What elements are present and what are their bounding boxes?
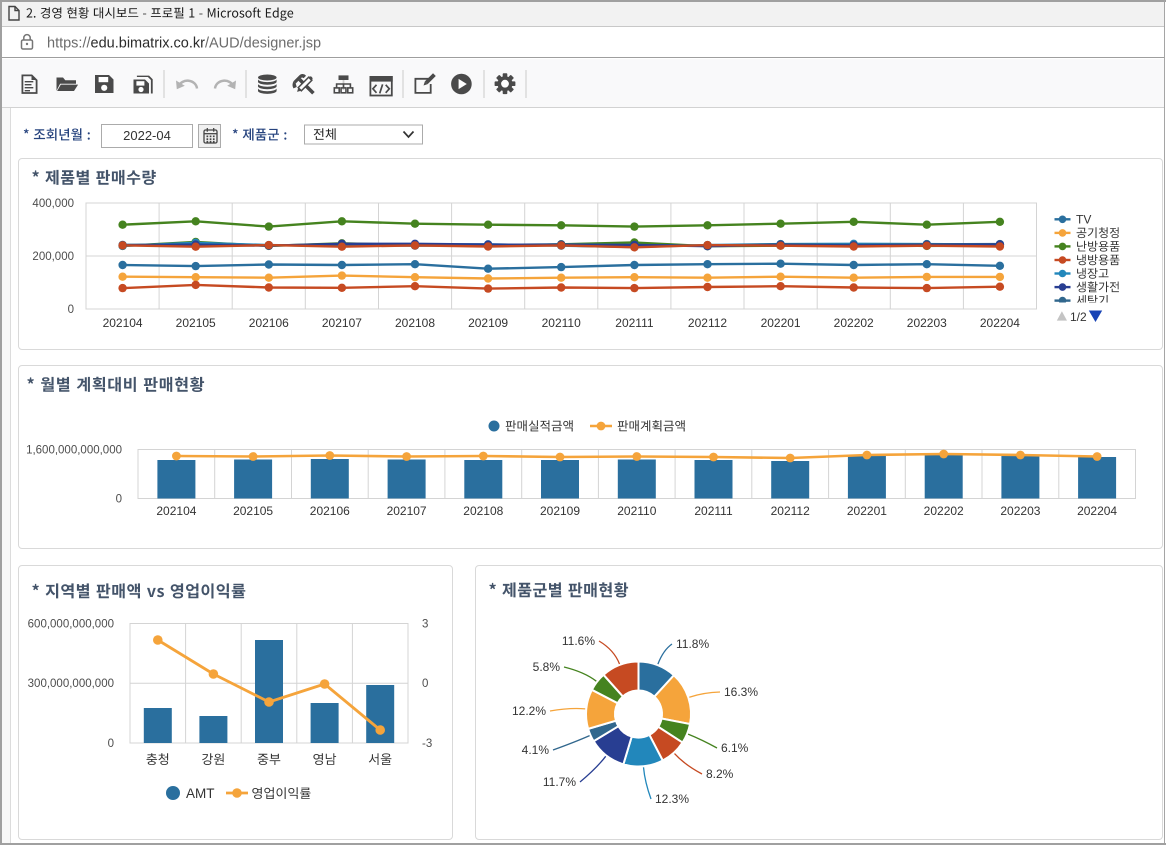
svg-text:202105: 202105 xyxy=(176,316,216,330)
svg-text:202204: 202204 xyxy=(980,316,1020,330)
svg-text:202112: 202112 xyxy=(688,316,727,330)
svg-text:11.7%: 11.7% xyxy=(543,775,576,789)
svg-text:202111: 202111 xyxy=(694,504,733,518)
svg-text:300,000,000,000: 300,000,000,000 xyxy=(28,678,114,690)
svg-text:200,000: 200,000 xyxy=(32,251,74,263)
svg-text:202105: 202105 xyxy=(233,504,273,518)
svg-text:202107: 202107 xyxy=(322,316,362,330)
svg-text:202201: 202201 xyxy=(761,316,801,330)
svg-text:202201: 202201 xyxy=(847,504,887,518)
svg-text:202112: 202112 xyxy=(771,504,810,518)
svg-text:5.8%: 5.8% xyxy=(533,660,561,674)
svg-text:11.6%: 11.6% xyxy=(562,634,595,648)
svg-text:202106: 202106 xyxy=(310,504,350,518)
svg-text:202202: 202202 xyxy=(924,504,964,518)
svg-text:16.3%: 16.3% xyxy=(724,685,758,699)
svg-text:0: 0 xyxy=(68,304,74,316)
svg-text:0: 0 xyxy=(422,678,428,690)
svg-text:0: 0 xyxy=(108,738,114,750)
svg-text:202109: 202109 xyxy=(540,504,580,518)
svg-text:202203: 202203 xyxy=(907,316,947,330)
svg-text:202104: 202104 xyxy=(156,504,196,518)
svg-text:AMT: AMT xyxy=(186,786,215,801)
svg-text:1/2: 1/2 xyxy=(1070,310,1087,324)
svg-text:202204: 202204 xyxy=(1077,504,1117,518)
svg-text:-3: -3 xyxy=(422,738,432,750)
svg-text:400,000: 400,000 xyxy=(32,198,74,210)
svg-text:8.2%: 8.2% xyxy=(706,767,734,781)
svg-text:3: 3 xyxy=(422,619,428,631)
svg-text:0: 0 xyxy=(116,494,122,506)
svg-text:11.8%: 11.8% xyxy=(676,637,709,651)
svg-text:12.3%: 12.3% xyxy=(655,792,689,806)
svg-text:202111: 202111 xyxy=(615,316,654,330)
svg-text:202202: 202202 xyxy=(834,316,874,330)
svg-text:202203: 202203 xyxy=(1000,504,1040,518)
svg-text:1,600,000,000,000: 1,600,000,000,000 xyxy=(26,445,122,457)
svg-text:202110: 202110 xyxy=(542,316,581,330)
svg-text:202107: 202107 xyxy=(387,504,427,518)
svg-text:202108: 202108 xyxy=(395,316,435,330)
svg-text:202108: 202108 xyxy=(463,504,503,518)
svg-text:202106: 202106 xyxy=(249,316,289,330)
svg-text:6.1%: 6.1% xyxy=(721,741,749,755)
svg-text:12.2%: 12.2% xyxy=(512,704,546,718)
svg-text:600,000,000,000: 600,000,000,000 xyxy=(28,619,114,631)
svg-text:202104: 202104 xyxy=(103,316,143,330)
svg-text:202109: 202109 xyxy=(468,316,508,330)
svg-text:202110: 202110 xyxy=(617,504,656,518)
svg-text:TV: TV xyxy=(1076,213,1091,227)
svg-text:4.1%: 4.1% xyxy=(522,743,550,757)
